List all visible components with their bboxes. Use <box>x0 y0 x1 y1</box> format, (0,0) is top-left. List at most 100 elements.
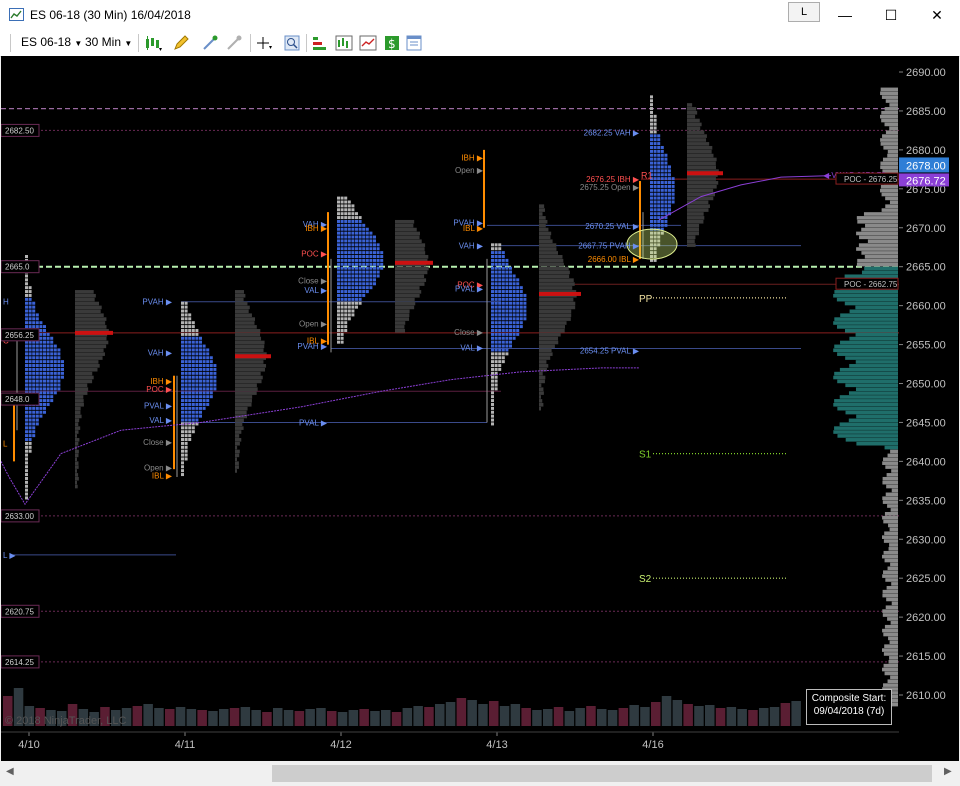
link-button[interactable]: L <box>788 2 820 22</box>
volume-profile-row <box>687 153 714 158</box>
data-series-icon[interactable] <box>359 34 377 52</box>
volume-profile-row <box>687 239 695 244</box>
tpo-block <box>25 352 28 356</box>
instrument-selector[interactable]: ES 06-18 ▼ <box>21 35 82 49</box>
tpo-block <box>347 216 351 220</box>
tpo-block <box>347 200 351 204</box>
tpo-block <box>28 418 32 422</box>
tpo-block <box>358 278 362 282</box>
scroll-left-icon[interactable]: ◀ <box>6 766 14 777</box>
tpo-block <box>660 165 664 169</box>
properties-icon[interactable] <box>405 34 423 52</box>
tpo-block <box>505 352 509 356</box>
date-tick-label: 4/12 <box>330 739 351 751</box>
market-profile-chart[interactable]: HCLL ▶PVAH ▶VAH ▶IBH ▶POC ▶PVAL ▶VAL ▶Cl… <box>1 56 959 761</box>
tpo-block <box>43 367 46 371</box>
composite-profile-row <box>885 204 898 208</box>
tpo-block <box>195 410 199 414</box>
tpo-block <box>43 391 46 395</box>
tpo-block <box>25 414 28 418</box>
tpo-block <box>53 364 57 368</box>
tpo-block <box>53 391 57 395</box>
crosshair-icon[interactable]: ▾ <box>256 34 274 52</box>
tpo-block <box>181 309 184 313</box>
tpo-block <box>191 395 195 399</box>
tpo-block <box>498 258 502 262</box>
tpo-block <box>660 196 664 200</box>
tpo-block <box>184 352 188 356</box>
tpo-block <box>505 290 509 294</box>
tpo-block <box>351 293 355 297</box>
chart-trader-icon[interactable] <box>335 34 353 52</box>
volume-profile-row <box>75 356 103 360</box>
maximize-button[interactable]: ☐ <box>868 0 914 30</box>
tpo-block <box>501 251 505 255</box>
tpo-block <box>650 118 653 122</box>
tpo-block <box>188 367 192 371</box>
volume-profile-row <box>235 348 264 353</box>
volume-profile-row <box>75 402 84 407</box>
tpo-block <box>376 274 380 278</box>
composite-profile-row <box>837 406 898 411</box>
tpo-block <box>188 325 192 329</box>
poc-marker <box>687 171 723 176</box>
composite-profile-row <box>887 504 898 508</box>
tpo-block <box>369 247 373 251</box>
composite-profile-row <box>883 519 898 524</box>
tpo-block <box>358 297 362 301</box>
volume-profile-row <box>75 434 77 438</box>
tpo-block <box>184 317 188 321</box>
tpo-block <box>668 200 671 204</box>
close-button[interactable]: ✕ <box>914 0 960 30</box>
tpo-block <box>337 200 340 204</box>
tpo-block <box>376 247 380 251</box>
tpo-block <box>501 344 505 348</box>
tpo-block <box>25 465 28 469</box>
scrollbar-thumb[interactable] <box>272 765 932 782</box>
strategy-icon[interactable] <box>311 34 329 52</box>
dollar-icon[interactable]: $ <box>383 34 401 52</box>
tpo-block <box>358 223 362 227</box>
volume-bar <box>337 712 348 726</box>
volume-bar <box>445 702 456 726</box>
add-indicator-icon[interactable] <box>201 34 219 52</box>
minimize-button[interactable]: — <box>822 0 868 30</box>
tpo-block <box>32 383 36 387</box>
tpo-block <box>512 301 516 305</box>
scroll-right-icon[interactable]: ▶ <box>944 766 952 777</box>
tpo-block <box>344 293 348 297</box>
tpo-block <box>347 293 351 297</box>
tpo-block <box>25 418 28 422</box>
tpo-block <box>509 290 512 294</box>
draw-pencil-icon[interactable] <box>172 34 190 52</box>
chart-style-icon[interactable]: ▾ <box>144 34 162 52</box>
chart-panel[interactable]: HCLL ▶PVAH ▶VAH ▶IBH ▶POC ▶PVAL ▶VAL ▶Cl… <box>1 56 959 761</box>
volume-profile-row <box>75 317 107 321</box>
tpo-block <box>498 243 502 247</box>
tpo-block <box>365 266 369 270</box>
tpo-block <box>199 367 202 371</box>
tpo-block <box>653 142 657 146</box>
horizontal-scrollbar[interactable]: ◀ ▶ <box>0 761 960 786</box>
tpo-block <box>519 293 523 297</box>
tpo-block <box>344 216 348 220</box>
remove-indicator-icon[interactable] <box>225 34 243 52</box>
tpo-block <box>664 157 668 161</box>
composite-profile-row <box>844 274 898 279</box>
zoom-icon[interactable] <box>283 34 301 52</box>
tpo-block <box>523 301 527 305</box>
tpo-block <box>188 364 192 368</box>
volume-profile-row <box>687 107 697 111</box>
tpo-block <box>337 251 340 255</box>
tpo-block <box>25 492 28 496</box>
volume-bar <box>672 700 683 726</box>
tpo-block <box>191 360 195 364</box>
tpo-block <box>351 305 355 309</box>
tpo-block <box>494 313 498 317</box>
tpo-block <box>195 391 199 395</box>
tpo-block <box>501 274 505 278</box>
composite-profile-row <box>882 515 898 520</box>
volume-bar <box>381 710 391 726</box>
tpo-block <box>340 255 344 259</box>
interval-selector[interactable]: 30 Min ▼ <box>85 35 132 49</box>
